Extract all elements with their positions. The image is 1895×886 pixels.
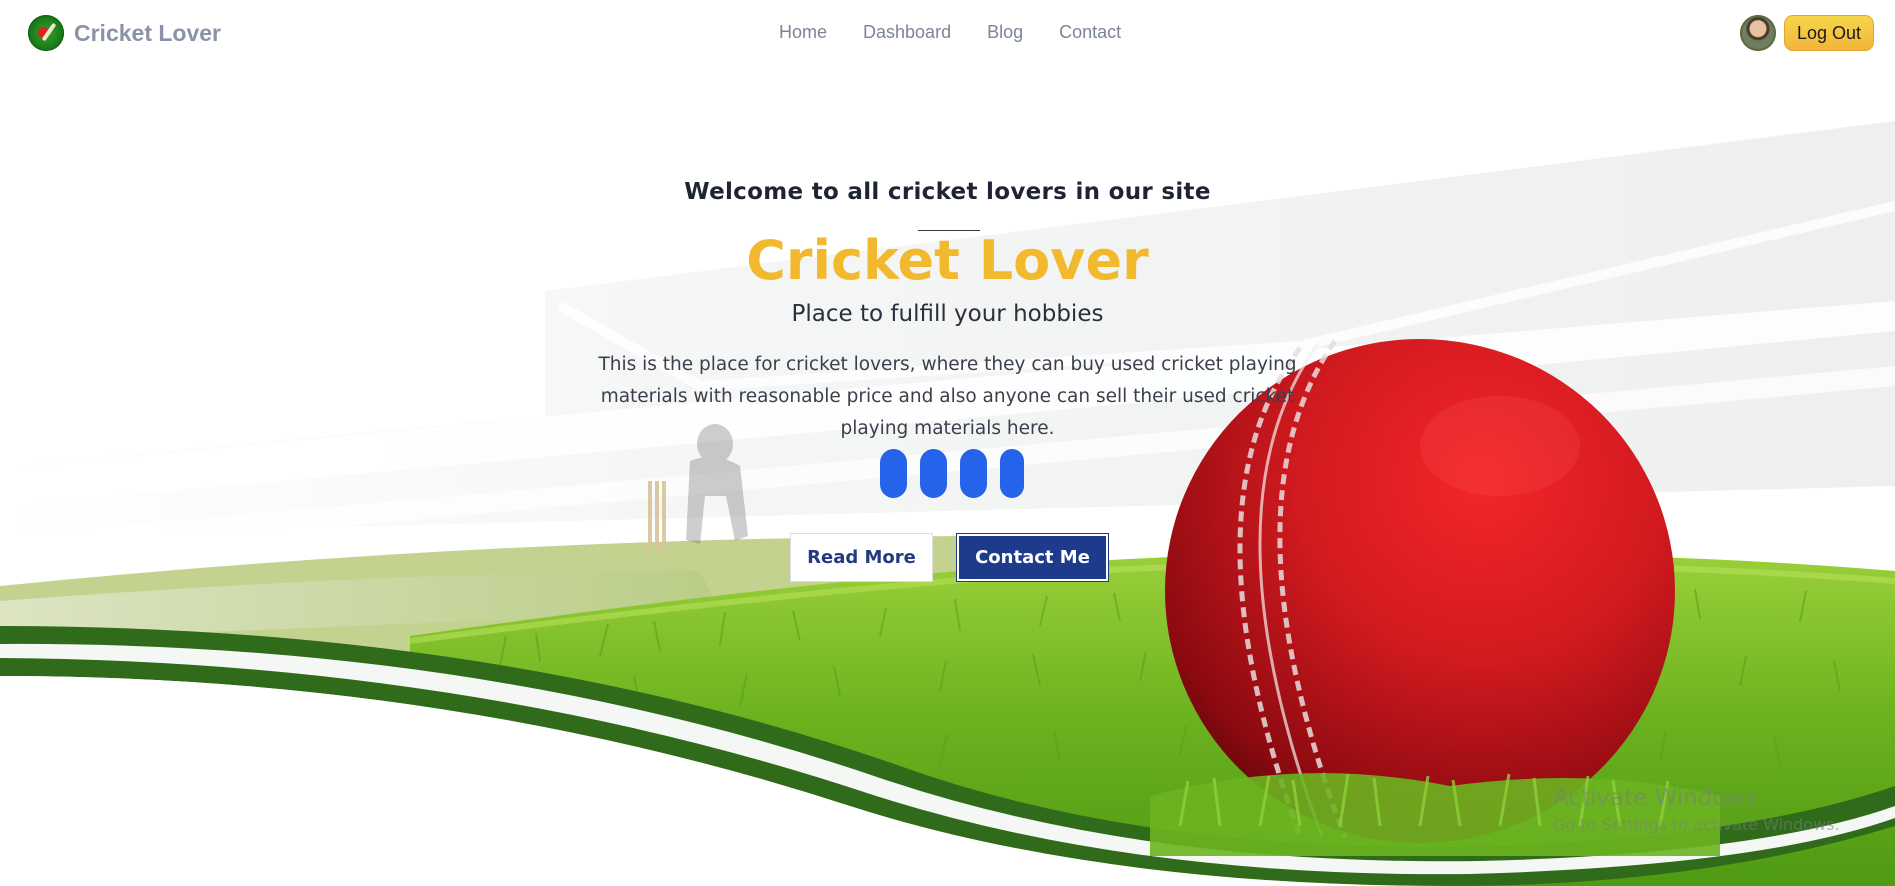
hero-content: Welcome to all cricket lovers in our sit… xyxy=(0,0,1895,886)
social-button-1[interactable] xyxy=(880,449,907,498)
nav-dashboard[interactable]: Dashboard xyxy=(863,22,951,43)
user-avatar[interactable] xyxy=(1740,15,1776,51)
watermark-title: Activate Windows xyxy=(1553,785,1758,811)
social-button-3[interactable] xyxy=(960,449,987,498)
welcome-heading: Welcome to all cricket lovers in our sit… xyxy=(684,179,1211,205)
hero-subtitle: Place to fulfill your hobbies xyxy=(791,301,1104,327)
social-buttons xyxy=(880,449,1037,498)
nav-contact[interactable]: Contact xyxy=(1059,22,1121,43)
nav-home[interactable]: Home xyxy=(779,22,827,43)
main-nav: Home Dashboard Blog Contact xyxy=(779,22,1157,43)
cricket-logo-icon xyxy=(28,15,64,51)
watermark-subtitle: Go to Settings to activate Windows. xyxy=(1553,815,1840,834)
brand[interactable]: Cricket Lover xyxy=(28,15,221,51)
contact-me-button[interactable]: Contact Me xyxy=(956,533,1109,582)
logout-button[interactable]: Log Out xyxy=(1784,15,1874,51)
hero-title: Cricket Lover xyxy=(746,229,1149,292)
brand-name: Cricket Lover xyxy=(74,19,222,46)
hero-description: This is the place for cricket lovers, wh… xyxy=(598,354,1297,439)
read-more-button[interactable]: Read More xyxy=(790,533,933,582)
navbar: Cricket Lover Home Dashboard Blog Contac… xyxy=(0,0,1895,66)
nav-blog[interactable]: Blog xyxy=(987,22,1023,43)
social-button-4[interactable] xyxy=(1000,449,1024,498)
social-button-2[interactable] xyxy=(920,449,947,498)
windows-activation-watermark: Activate Windows Go to Settings to activ… xyxy=(1553,785,1840,834)
